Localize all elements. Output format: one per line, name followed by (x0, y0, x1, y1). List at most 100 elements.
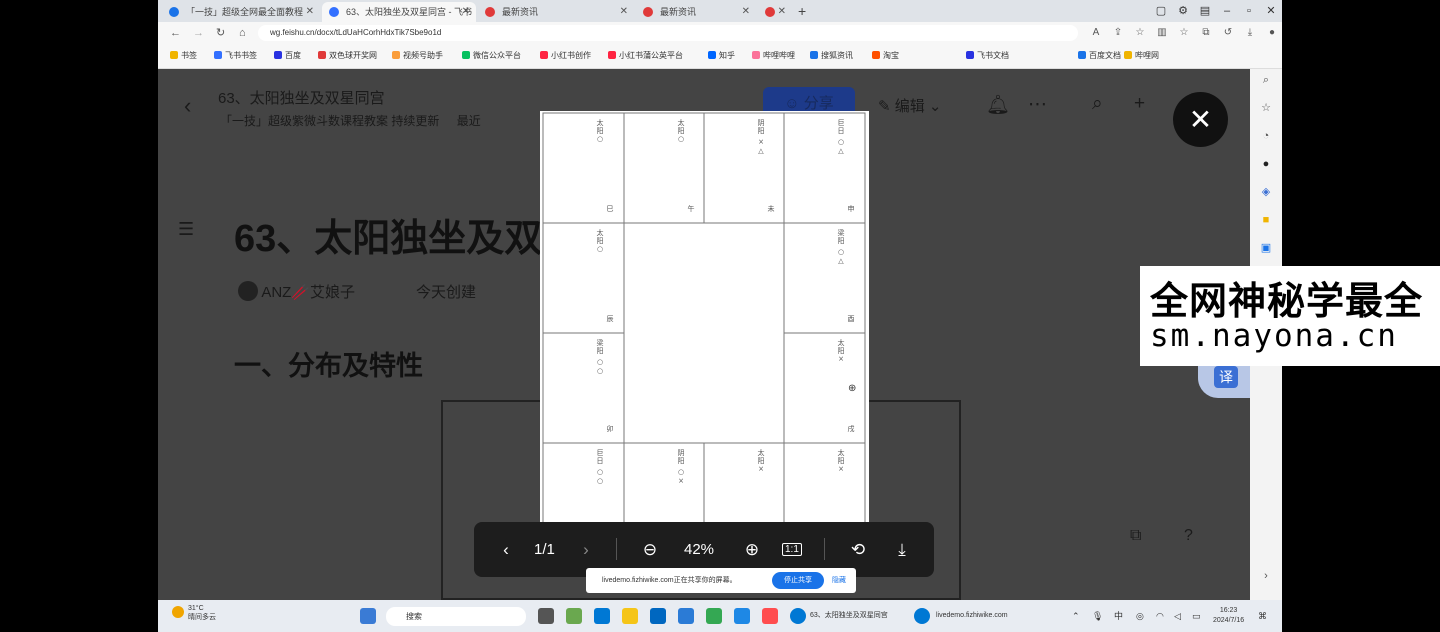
tab-close-icon[interactable]: ✕ (778, 2, 786, 22)
start-icon[interactable] (360, 608, 376, 624)
bookmark-item[interactable]: 飞书书签 (214, 44, 257, 68)
task-view-icon[interactable] (538, 608, 554, 624)
collections-icon[interactable]: ▤ (1194, 0, 1216, 22)
back-arrow-icon[interactable]: ‹ (184, 93, 191, 119)
close-preview-button[interactable]: ✕ (1173, 92, 1228, 147)
mic-icon[interactable]: 🎙︎ (1092, 600, 1103, 632)
sidebar-discover-icon[interactable]: ☆ (1259, 101, 1273, 115)
sidebar-shopping-icon[interactable]: ■ (1259, 213, 1273, 227)
tab-close-icon[interactable]: ✕ (462, 2, 470, 22)
back-icon[interactable]: ← (170, 22, 181, 44)
author-byline[interactable]: ANZ🥢艾娘子 (238, 281, 355, 302)
window-close-icon[interactable]: ✕ (1260, 0, 1282, 22)
bookmark-item[interactable]: 视频号助手 (392, 44, 443, 68)
bookmark-item[interactable]: 百度文档 (1078, 44, 1121, 68)
download-icon[interactable]: ⤓ (1242, 22, 1258, 44)
ime-indicator[interactable]: 中 (1114, 600, 1123, 632)
help-icon[interactable]: ? (1184, 527, 1193, 545)
share-page-icon[interactable]: ⇪ (1110, 22, 1126, 44)
download-image-icon[interactable]: ⤓ (890, 522, 914, 577)
add-icon[interactable]: + (1134, 93, 1145, 115)
split-screen-icon[interactable]: ▥ (1154, 22, 1170, 44)
sidebar-tools-icon[interactable]: ◔ (1259, 129, 1273, 143)
taskbar-window-title[interactable]: 63、太阳独坐及双星同宫 (810, 608, 888, 624)
sidebar-collapse-icon[interactable]: › (1259, 569, 1273, 583)
prev-page-icon[interactable]: ‹ (494, 522, 518, 577)
mail-icon[interactable] (650, 608, 666, 624)
store-icon[interactable] (678, 608, 694, 624)
minimize-icon[interactable]: – (1216, 0, 1238, 22)
bookmark-item[interactable]: 飞书文档 (966, 44, 1009, 68)
copy-icon[interactable]: ⧉ (1130, 527, 1141, 545)
new-tab-icon[interactable]: + (798, 0, 806, 22)
stop-sharing-button[interactable]: 停止共享 (772, 572, 824, 589)
reload-icon[interactable]: ↻ (216, 22, 225, 44)
sidebar-copilot-icon[interactable]: ● (1259, 157, 1273, 171)
app-tray-icon[interactable]: ◎ (1136, 600, 1144, 632)
browser-tab-bar: 「一技」超级全网最全面教程 ✕ 63、太阳独坐及双星同宫 - 飞书 ✕ 最新资讯… (158, 0, 1282, 22)
browser-extensions-icon[interactable]: ⧉ (1198, 22, 1214, 44)
profile-avatar-icon[interactable]: ● (1264, 22, 1280, 44)
sidebar-outlook-icon[interactable]: ▣ (1259, 241, 1273, 255)
image-preview[interactable]: 太阳○ 巳太阳○ 午阴阳 ×△ 未巨日 ○△ 申太阳○ 辰梁阳 ○△ 酉梁阳 ○○ 卯太阳× 戌… (540, 111, 869, 531)
bookmark-item[interactable]: 小红书创作 (540, 44, 591, 68)
bookmark-item[interactable]: 搜狐资讯 (810, 44, 853, 68)
taskbar-window-title[interactable]: livedemo.fizhiwike.com (936, 608, 1008, 624)
home-icon[interactable]: ⌂ (239, 22, 246, 44)
doc-breadcrumb[interactable]: 「一技」超级紫微斗数课程教案 持续更新 最近 (220, 112, 481, 129)
bookmark-item[interactable]: 小红书蒲公英平台 (608, 44, 683, 68)
edit-label: 编辑 (894, 98, 925, 115)
notification-center-icon[interactable]: ⌘ (1258, 600, 1267, 632)
extensions-icon[interactable]: ⚙ (1172, 0, 1194, 22)
breadcrumb-suffix: 最近 (456, 114, 481, 128)
app-icon[interactable] (762, 608, 778, 624)
bookmark-item[interactable]: 微信公众平台 (462, 44, 521, 68)
file-explorer-icon[interactable] (622, 608, 638, 624)
read-aloud-icon[interactable]: A (1088, 22, 1104, 44)
bookmark-item[interactable]: 哔哩哔哩 (752, 44, 795, 68)
edit-dropdown[interactable]: ✎ 编辑 ⌄ (878, 95, 942, 116)
battery-icon[interactable]: ▭ (1192, 600, 1201, 632)
more-options-icon[interactable]: ⋯ (1028, 93, 1047, 116)
hide-button[interactable]: 隐藏 (832, 568, 846, 593)
notification-bell-icon[interactable]: 🔔︎ (986, 93, 1010, 117)
bookmark-item[interactable]: 知乎 (708, 44, 735, 68)
favorites-icon[interactable]: ☆ (1176, 22, 1192, 44)
history-icon[interactable]: ↺ (1220, 22, 1236, 44)
edge-window-icon[interactable] (914, 608, 930, 624)
bookmark-item[interactable]: 哔哩网 (1124, 44, 1159, 68)
chart-cell-stars: 太阳× (757, 449, 765, 474)
taskbar-clock[interactable]: 16:23 2024/7/16 (1213, 606, 1244, 626)
forward-icon[interactable]: → (193, 22, 204, 44)
browser-tab[interactable]: 最新资讯 ✕ (636, 2, 756, 22)
taskbar-search[interactable]: 搜索 (386, 607, 526, 626)
wifi-icon[interactable]: ◠ (1156, 600, 1164, 632)
sidebar-search-icon[interactable]: ⌕ (1259, 73, 1273, 87)
browser-tab[interactable]: ✕ (758, 2, 792, 22)
tab-close-icon[interactable]: ✕ (620, 2, 628, 22)
browser-tab[interactable]: 最新资讯 ✕ (478, 2, 634, 22)
weather-widget[interactable]: 31°C 晴间多云 (172, 604, 216, 622)
search-icon[interactable]: ⌕ (1092, 93, 1103, 115)
bookmark-item[interactable]: 双色球开奖网 (318, 44, 377, 68)
bookmark-item[interactable]: 百度 (274, 44, 301, 68)
bookmark-item[interactable]: 书签 (170, 44, 197, 68)
chrome-icon[interactable] (706, 608, 722, 624)
tray-expand-icon[interactable]: ⌃ (1072, 600, 1080, 632)
edge-icon[interactable] (594, 608, 610, 624)
tab-close-icon[interactable]: ✕ (306, 2, 314, 22)
tab-close-icon[interactable]: ✕ (742, 2, 750, 22)
volume-icon[interactable]: ◁ (1174, 600, 1181, 632)
app-icon[interactable] (734, 608, 750, 624)
tab-actions-icon[interactable]: ▢ (1150, 0, 1172, 22)
browser-tab[interactable]: 「一技」超级全网最全面教程 ✕ (162, 2, 320, 22)
url-input[interactable]: wg.feishu.cn/docx/tLdUaHCorhHdxTik7Sbe9o… (258, 25, 1078, 41)
edge-window-icon[interactable] (790, 608, 806, 624)
outline-menu-icon[interactable]: ☰ (178, 219, 194, 240)
widget-icon[interactable] (566, 608, 582, 624)
favorite-star-icon[interactable]: ☆ (1132, 22, 1148, 44)
bookmark-item[interactable]: 淘宝 (872, 44, 899, 68)
browser-tab-active[interactable]: 63、太阳独坐及双星同宫 - 飞书 ✕ (322, 2, 476, 22)
sidebar-games-icon[interactable]: ◈ (1259, 185, 1273, 199)
maximize-icon[interactable]: ▫ (1238, 0, 1260, 22)
